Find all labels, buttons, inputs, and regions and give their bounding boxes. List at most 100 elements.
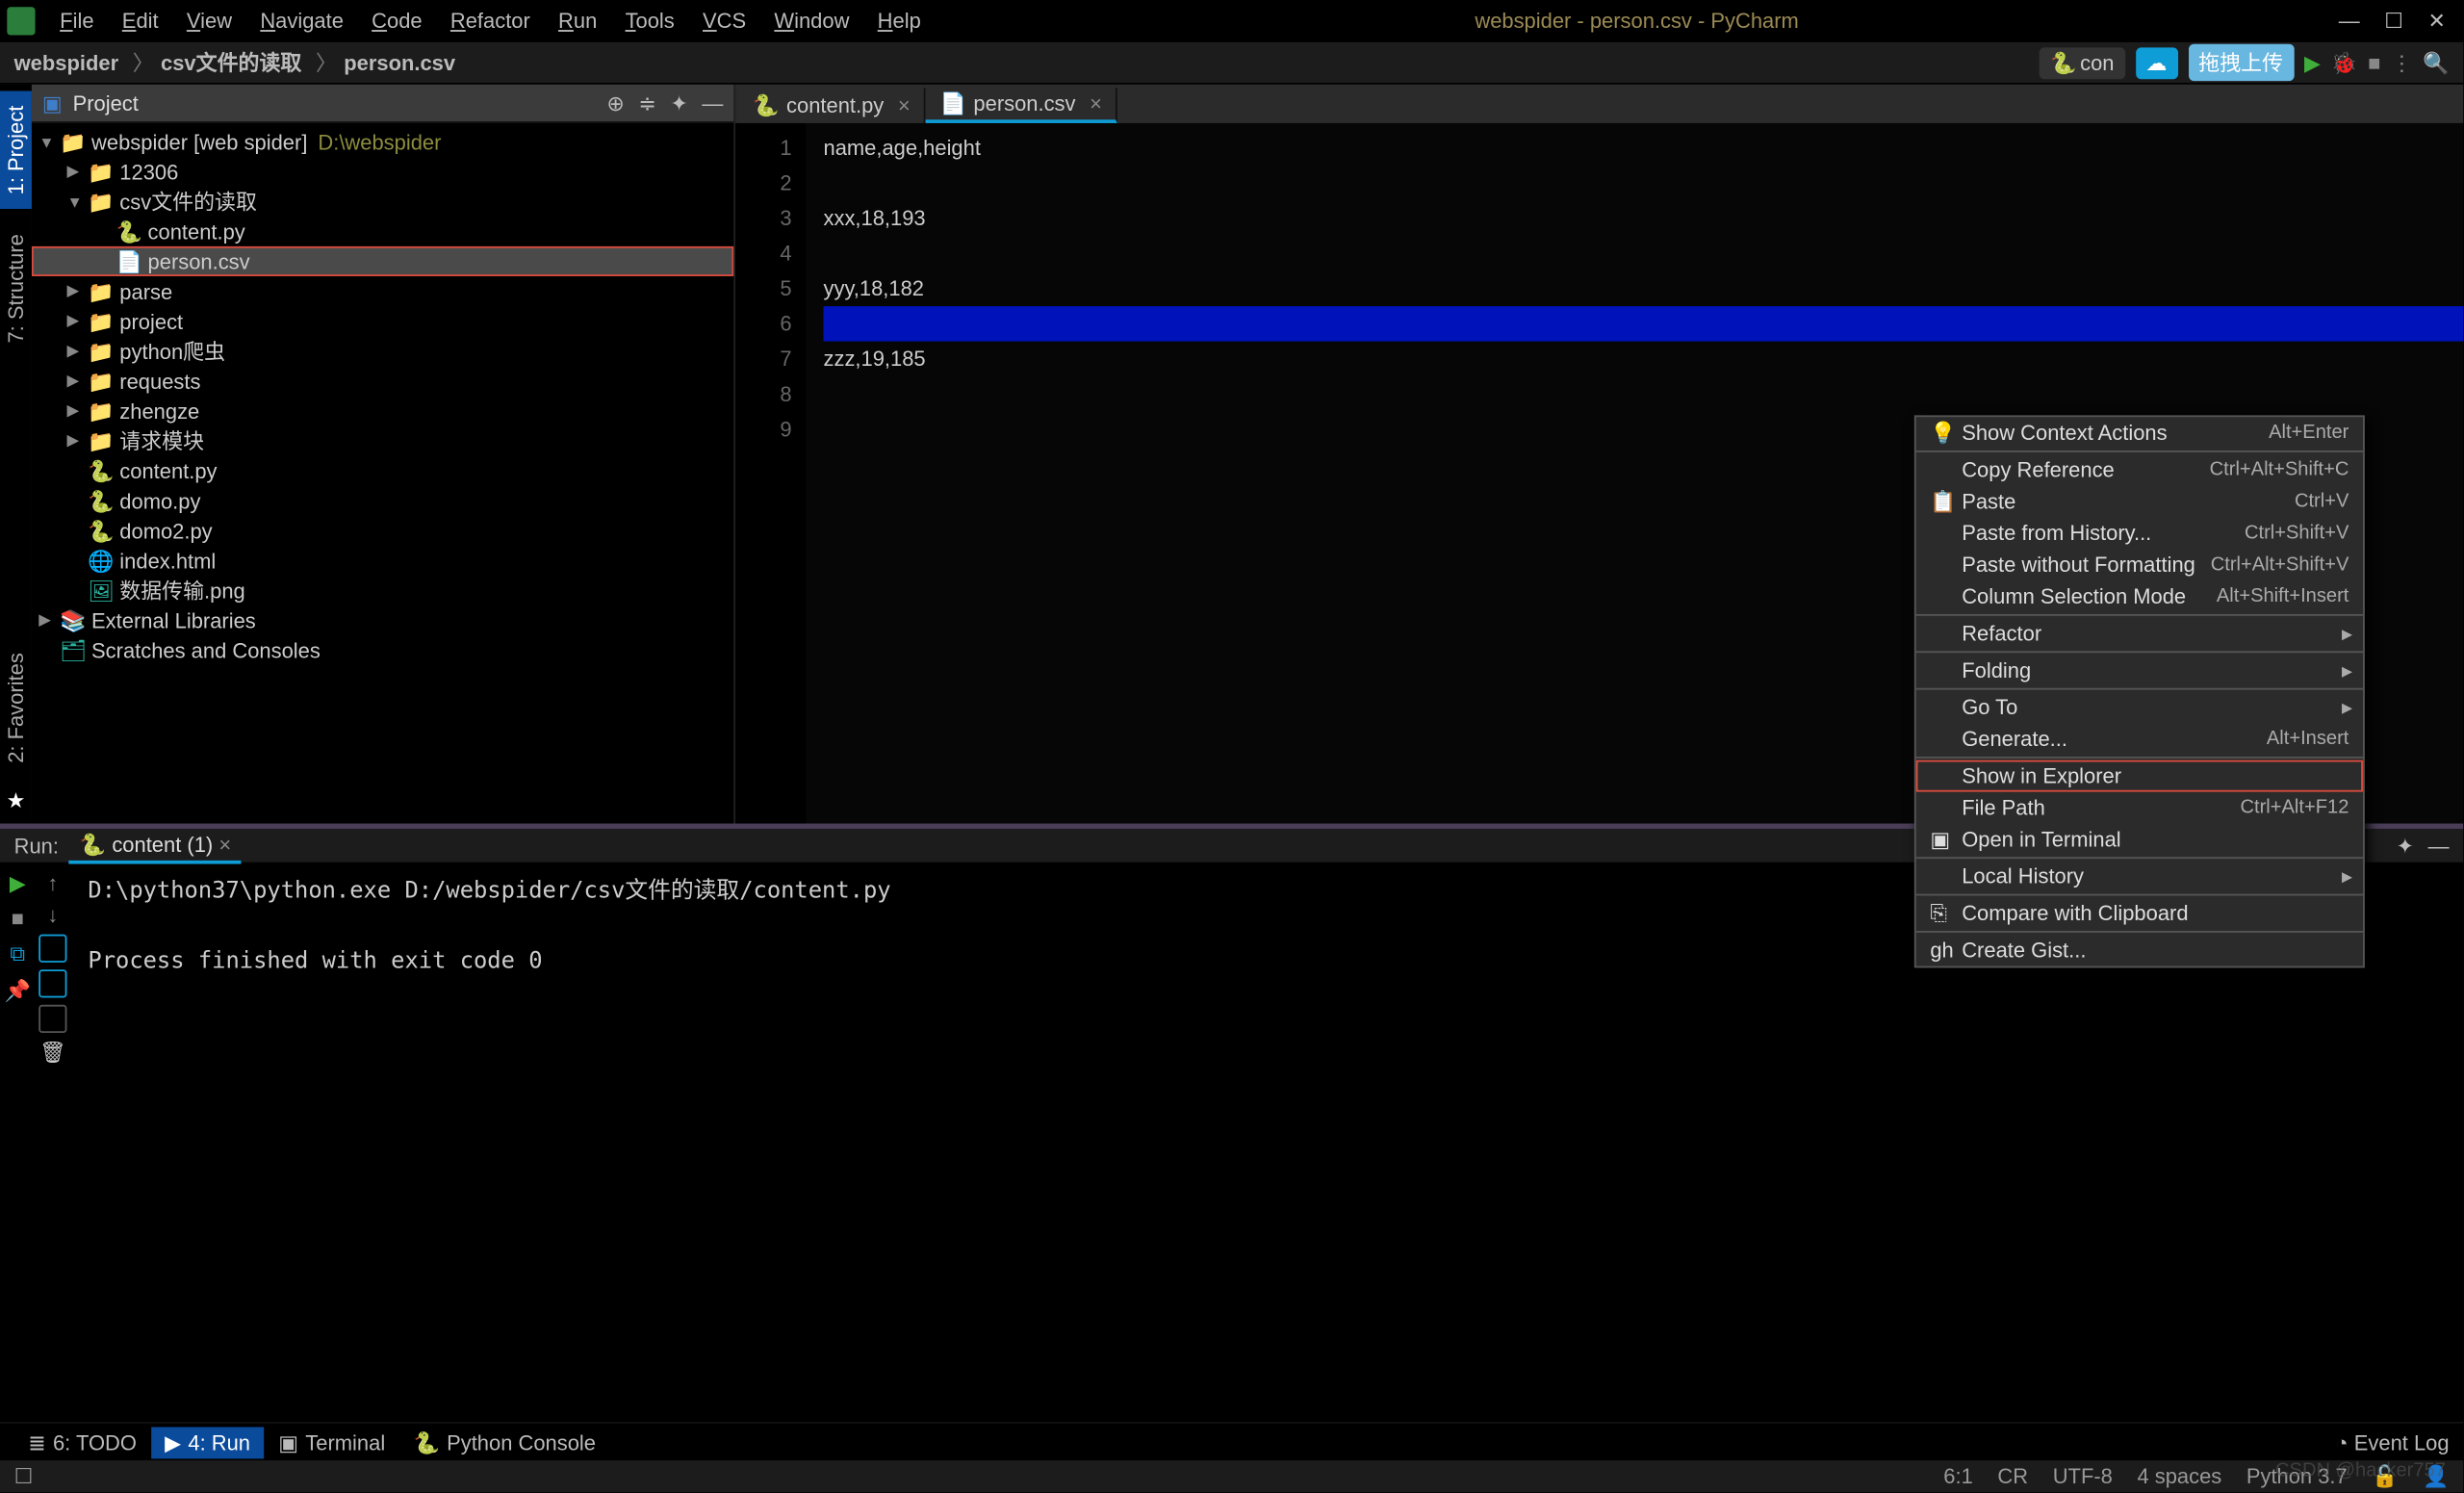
tree-item[interactable]: 🐍domo.py: [32, 486, 733, 516]
tree-item[interactable]: ▶📁12306: [32, 157, 733, 187]
line-number[interactable]: 2: [735, 166, 791, 201]
up-button[interactable]: ↑: [47, 871, 58, 896]
minimize-button[interactable]: —: [2339, 8, 2360, 33]
tree-item[interactable]: 🗂Scratches and Consoles: [32, 635, 733, 665]
bottom-tab[interactable]: ▶4: Run: [151, 1427, 265, 1458]
menu-edit[interactable]: Edit: [108, 5, 172, 37]
line-separator[interactable]: CR: [1997, 1464, 2028, 1489]
status-icon[interactable]: ☐: [14, 1464, 34, 1489]
context-menu-item[interactable]: Column Selection ModeAlt+Shift+Insert: [1916, 580, 2363, 612]
close-tab-icon[interactable]: ×: [898, 93, 911, 118]
bottom-tab[interactable]: ≣6: TODO: [14, 1427, 151, 1458]
context-menu-item[interactable]: File PathCtrl+Alt+F12: [1916, 792, 2363, 824]
tree-item[interactable]: ▶📁python爬虫: [32, 336, 733, 366]
tree-item[interactable]: 🖼数据传输.png: [32, 576, 733, 605]
code-line[interactable]: [824, 376, 2464, 412]
tree-item[interactable]: 🐍content.py: [32, 455, 733, 485]
tree-item[interactable]: ▼📁csv文件的读取: [32, 187, 733, 217]
run-hide-icon[interactable]: —: [2428, 834, 2450, 859]
breadcrumb-item[interactable]: csv文件的读取: [161, 51, 301, 76]
tree-item[interactable]: ▼📁webspider [web spider]D:\webspider: [32, 127, 733, 157]
tree-arrow-icon[interactable]: ▶: [66, 342, 88, 361]
more-icon[interactable]: ⋮: [2391, 50, 2412, 75]
print-button[interactable]: [38, 1005, 66, 1033]
tree-arrow-icon[interactable]: ▶: [66, 312, 88, 331]
project-tree[interactable]: ▼📁webspider [web spider]D:\webspider▶📁12…: [32, 123, 733, 824]
clear-button[interactable]: 🗑: [39, 1040, 66, 1065]
context-menu-item[interactable]: 📋PasteCtrl+V: [1916, 486, 2363, 518]
tree-arrow-icon[interactable]: ▶: [66, 281, 88, 300]
indent[interactable]: 4 spaces: [2137, 1464, 2221, 1489]
tree-item[interactable]: ▶📁requests: [32, 366, 733, 396]
maximize-button[interactable]: ☐: [2384, 8, 2403, 33]
line-number[interactable]: 1: [735, 130, 791, 166]
close-button[interactable]: ✕: [2428, 8, 2446, 33]
side-tab-project[interactable]: 1: Project: [0, 91, 32, 209]
context-menu-item[interactable]: Show in Explorer: [1916, 760, 2363, 792]
line-number[interactable]: 3: [735, 200, 791, 236]
code-line[interactable]: [824, 236, 2464, 271]
hide-icon[interactable]: —: [702, 90, 723, 116]
cloud-icon[interactable]: ☁: [2135, 46, 2177, 78]
tree-item[interactable]: 🐍content.py: [32, 217, 733, 246]
close-tab-icon[interactable]: ×: [1090, 91, 1102, 116]
editor-tab[interactable]: 🐍content.py×: [739, 88, 926, 123]
context-menu-item[interactable]: Paste from History...Ctrl+Shift+V: [1916, 517, 2363, 549]
expand-icon[interactable]: ≑: [638, 90, 655, 116]
context-menu-item[interactable]: ▣Open in Terminal: [1916, 824, 2363, 856]
menu-help[interactable]: Help: [863, 5, 935, 37]
tree-item[interactable]: ▶📁parse: [32, 276, 733, 306]
context-menu-item[interactable]: 💡Show Context ActionsAlt+Enter: [1916, 417, 2363, 449]
breadcrumb-item[interactable]: webspider: [14, 51, 119, 76]
context-menu-item[interactable]: Copy ReferenceCtrl+Alt+Shift+C: [1916, 454, 2363, 486]
line-number[interactable]: 5: [735, 271, 791, 307]
side-tab-favorites[interactable]: 2: Favorites: [0, 639, 32, 778]
tree-arrow-icon[interactable]: ▶: [66, 431, 88, 450]
tree-arrow-icon[interactable]: ▼: [66, 193, 88, 210]
layout-button[interactable]: ⧉: [10, 941, 25, 967]
menu-vcs[interactable]: VCS: [688, 5, 759, 37]
inspections-icon[interactable]: 👤: [2423, 1464, 2449, 1489]
rerun-button[interactable]: ▶: [10, 871, 26, 896]
lock-icon[interactable]: 🔓: [2372, 1464, 2398, 1489]
run-button[interactable]: ▶: [2304, 50, 2321, 75]
menu-file[interactable]: File: [46, 5, 109, 37]
menu-code[interactable]: Code: [358, 5, 437, 37]
tree-item[interactable]: ▶📁请求模块: [32, 425, 733, 455]
line-number[interactable]: 9: [735, 412, 791, 448]
menu-view[interactable]: View: [172, 5, 245, 37]
code-line[interactable]: yyy,18,182: [824, 271, 2464, 307]
tree-item[interactable]: ▶📁project: [32, 306, 733, 336]
search-everywhere-button[interactable]: 🔍: [2423, 50, 2449, 75]
locate-icon[interactable]: ⊕: [606, 90, 624, 116]
stop-run-button[interactable]: ■: [12, 906, 24, 931]
tree-arrow-icon[interactable]: ▶: [66, 401, 88, 421]
event-log-button[interactable]: ◔ Event Log: [2335, 1429, 2449, 1454]
context-menu-item[interactable]: Generate...Alt+Insert: [1916, 723, 2363, 755]
run-settings-icon[interactable]: ✦: [2397, 834, 2414, 859]
code-line[interactable]: xxx,18,193: [824, 200, 2464, 236]
menu-tools[interactable]: Tools: [611, 5, 688, 37]
line-number[interactable]: 6: [735, 306, 791, 342]
tree-item[interactable]: ▶📁zhengze: [32, 396, 733, 425]
menu-navigate[interactable]: Navigate: [246, 5, 358, 37]
tree-arrow-icon[interactable]: ▼: [38, 133, 60, 150]
bottom-tab[interactable]: ▣Terminal: [265, 1427, 399, 1458]
code-line[interactable]: name,age,height: [824, 130, 2464, 166]
tree-item[interactable]: 🌐index.html: [32, 546, 733, 576]
tree-arrow-icon[interactable]: ▶: [66, 372, 88, 391]
scroll-to-end-button[interactable]: [38, 969, 66, 997]
menu-refactor[interactable]: Refactor: [436, 5, 544, 37]
context-menu-item[interactable]: ghCreate Gist...: [1916, 935, 2363, 966]
tree-item[interactable]: 📄person.csv: [32, 246, 733, 276]
editor-tab[interactable]: 📄person.csv×: [926, 88, 1117, 123]
context-menu-item[interactable]: Folding▸: [1916, 655, 2363, 686]
tree-item[interactable]: ▶📚External Libraries: [32, 605, 733, 635]
tree-item[interactable]: 🐍domo2.py: [32, 516, 733, 546]
encoding[interactable]: UTF-8: [2053, 1464, 2113, 1489]
editor-context-menu[interactable]: 💡Show Context ActionsAlt+Enter Copy Refer…: [1914, 415, 2365, 967]
bottom-tab[interactable]: 🐍Python Console: [399, 1427, 610, 1458]
soft-wrap-button[interactable]: [38, 935, 66, 963]
context-menu-item[interactable]: Refactor▸: [1916, 618, 2363, 650]
context-menu-item[interactable]: Go To▸: [1916, 691, 2363, 723]
